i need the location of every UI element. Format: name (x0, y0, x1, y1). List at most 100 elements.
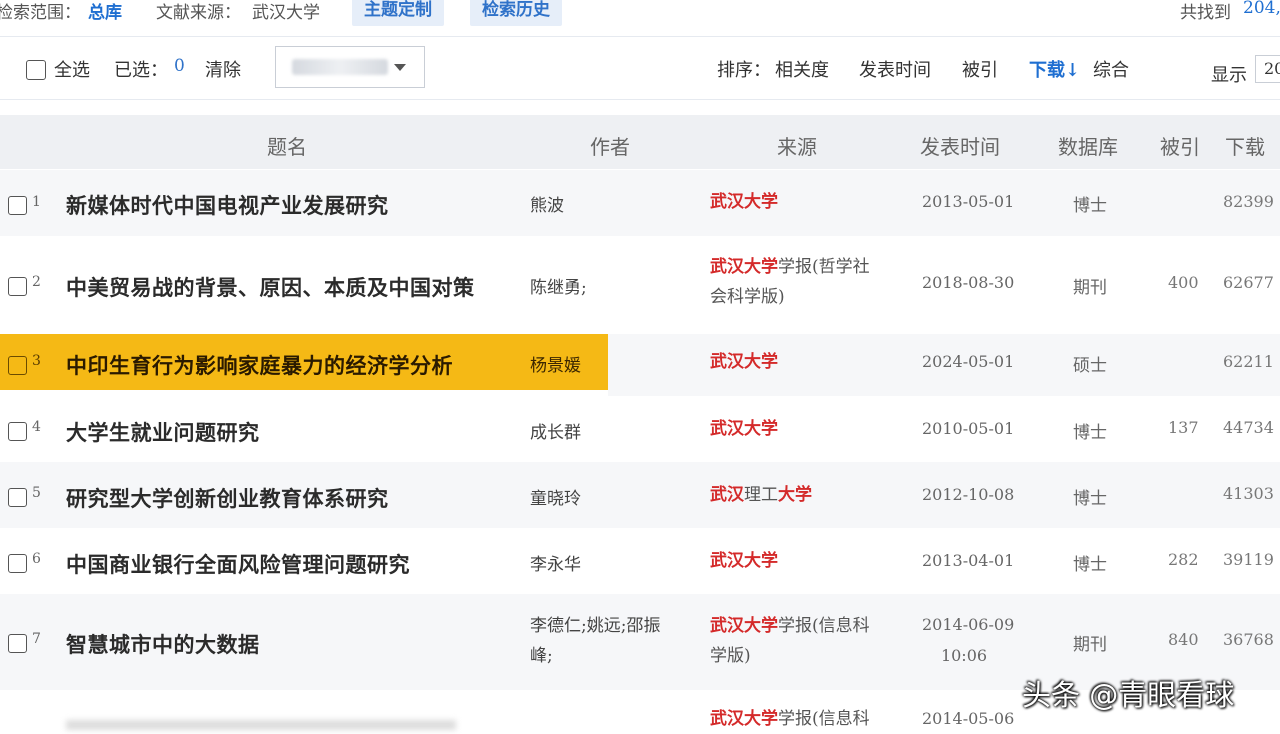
row-number: 4 (32, 419, 41, 435)
select-all-checkbox[interactable] (26, 59, 46, 80)
result-count-label: 共找到 (1180, 3, 1231, 23)
page-size-select[interactable]: 20 (1255, 55, 1280, 83)
row-title-link[interactable]: 中国商业银行全面风险管理问题研究 (66, 549, 410, 579)
row-source[interactable]: 武汉大学 (710, 187, 778, 217)
row-checkbox[interactable] (8, 356, 27, 375)
row-title-link[interactable]: 智慧城市中的大数据 (66, 629, 260, 659)
row-date: 2024-05-01 (922, 352, 1015, 371)
row-downloads: 62211 (1223, 352, 1274, 371)
table-row: 3 中印生育行为影响家庭暴力的经济学分析 杨景媛 武汉大学 2024-05-01… (0, 334, 1280, 396)
scope-label: 检索范围： (0, 3, 81, 23)
row-author[interactable]: 熊波 (530, 191, 564, 216)
row-number: 7 (32, 631, 41, 647)
row-author[interactable]: 李德仁;姚远;邵振 峰; (530, 611, 660, 671)
row-source[interactable]: 武汉大学学报(哲学社 会科学版) (710, 252, 870, 312)
row-database: 博士 (1073, 489, 1107, 509)
header-author[interactable]: 作者 (590, 131, 630, 160)
row-number: 2 (32, 274, 41, 290)
table-row: 6 中国商业银行全面风险管理问题研究 李永华 武汉大学 2013-04-01 博… (0, 528, 1280, 594)
scope-value[interactable]: 总库 (88, 0, 122, 23)
selected-count: 0 (174, 56, 185, 76)
table-row: 1 新媒体时代中国电视产业发展研究 熊波 武汉大学 2013-05-01 博士 … (0, 170, 1280, 236)
row-database: 期刊 (1073, 278, 1107, 298)
row-citations: 137 (1168, 418, 1199, 437)
row-database: 期刊 (1073, 635, 1107, 655)
table-row: 5 研究型大学创新创业教育体系研究 童晓玲 武汉理工大学 2012-10-08 … (0, 462, 1280, 528)
header-database[interactable]: 数据库 (1058, 131, 1118, 160)
row-checkbox[interactable] (8, 422, 27, 441)
header-citations[interactable]: 被引 (1160, 131, 1200, 160)
row-author[interactable]: 杨景媛 (530, 351, 581, 376)
sort-downloads-active[interactable]: 下载↓ (1029, 56, 1080, 82)
row-author[interactable]: 成长群 (530, 418, 581, 443)
table-row: 2 中美贸易战的背景、原因、本质及中国对策 陈继勇; 武汉大学学报(哲学社 会科学… (0, 236, 1280, 334)
row-downloads: 36768 (1223, 630, 1274, 649)
row-downloads: 62677 (1223, 273, 1274, 292)
row-title-link[interactable]: 中印生育行为影响家庭暴力的经济学分析 (66, 350, 453, 380)
table-header: 题名 作者 来源 发表时间 数据库 被引 下载 (0, 115, 1280, 169)
sort-date[interactable]: 发表时间 (859, 56, 931, 82)
results-toolbar: 全选 已选： 0 清除 排序： 相关度 发表时间 被引 下载↓ 综合 显示 20 (0, 36, 1280, 100)
row-database: 博士 (1073, 555, 1107, 575)
row-date: 2014-06-09 10:06 (922, 615, 1015, 665)
sort-citations[interactable]: 被引 (962, 56, 998, 82)
row-downloads: 41303 (1223, 484, 1274, 503)
row-source[interactable]: 武汉大学学报(信息科 (710, 704, 870, 734)
row-source[interactable]: 武汉理工大学 (710, 480, 812, 510)
row-source[interactable]: 武汉大学学报(信息科 学版) (710, 611, 870, 671)
row-source[interactable]: 武汉大学 (710, 347, 778, 377)
row-date: 2012-10-08 (922, 485, 1015, 504)
row-downloads: 82399 (1223, 192, 1274, 211)
row-title-link[interactable]: 研究型大学创新创业教育体系研究 (66, 483, 389, 513)
row-database: 硕士 (1073, 356, 1107, 376)
row-checkbox[interactable] (8, 488, 27, 507)
row-checkbox[interactable] (8, 554, 27, 573)
source-label: 文献来源： (156, 3, 241, 23)
row-date: 2014-05-06 (922, 709, 1015, 728)
row-number: 5 (32, 485, 41, 501)
row-number: 1 (32, 194, 41, 210)
search-info-bar: 检索范围： 总库 文献来源： 武汉大学 主题定制 检索历史 共找到 204,8 (0, 0, 1280, 32)
arrow-down-icon: ↓ (1065, 60, 1081, 81)
header-downloads[interactable]: 下载 (1225, 131, 1265, 160)
row-checkbox[interactable] (8, 277, 27, 296)
sort-relevance[interactable]: 相关度 (775, 56, 829, 82)
row-number: 6 (32, 551, 41, 567)
row-source[interactable]: 武汉大学 (710, 546, 778, 576)
row-database: 博士 (1073, 423, 1107, 443)
clear-button[interactable]: 清除 (205, 56, 241, 82)
sort-comprehensive[interactable]: 综合 (1093, 56, 1129, 82)
row-source[interactable]: 武汉大学 (710, 414, 778, 444)
search-history-button[interactable]: 检索历史 (470, 0, 562, 26)
row-downloads: 39119 (1223, 550, 1274, 569)
row-author[interactable]: 童晓玲 (530, 484, 581, 509)
row-number: 3 (32, 353, 41, 369)
row-author[interactable]: 李永华 (530, 550, 581, 575)
selected-label: 已选： (114, 60, 168, 81)
group-select-dropdown[interactable] (275, 46, 425, 88)
header-source[interactable]: 来源 (777, 131, 817, 160)
row-title-clipped (66, 720, 456, 730)
row-date: 2010-05-01 (922, 419, 1015, 438)
select-all-label[interactable]: 全选 (54, 56, 90, 82)
topic-custom-button[interactable]: 主题定制 (352, 0, 444, 26)
row-date: 2013-04-01 (922, 551, 1015, 570)
row-author[interactable]: 陈继勇; (530, 273, 587, 298)
row-title-link[interactable]: 中美贸易战的背景、原因、本质及中国对策 (66, 272, 475, 302)
source-value: 武汉大学 (252, 3, 320, 23)
row-checkbox[interactable] (8, 634, 27, 653)
header-date[interactable]: 发表时间 (920, 131, 1000, 160)
row-database: 博士 (1073, 196, 1107, 216)
watermark: 头条 @青眼看球 (1022, 678, 1235, 712)
row-title-link[interactable]: 新媒体时代中国电视产业发展研究 (66, 190, 389, 220)
caret-down-icon (394, 64, 406, 71)
row-citations: 400 (1168, 273, 1199, 292)
row-citations: 282 (1168, 550, 1199, 569)
header-title[interactable]: 题名 (267, 131, 307, 160)
table-row: 4 大学生就业问题研究 成长群 武汉大学 2010-05-01 博士 137 4… (0, 396, 1280, 462)
row-date: 2013-05-01 (922, 192, 1015, 211)
row-checkbox[interactable] (8, 196, 27, 215)
row-title-link[interactable]: 大学生就业问题研究 (66, 417, 260, 447)
row-downloads: 44734 (1223, 418, 1274, 437)
row-citations: 840 (1168, 630, 1199, 649)
